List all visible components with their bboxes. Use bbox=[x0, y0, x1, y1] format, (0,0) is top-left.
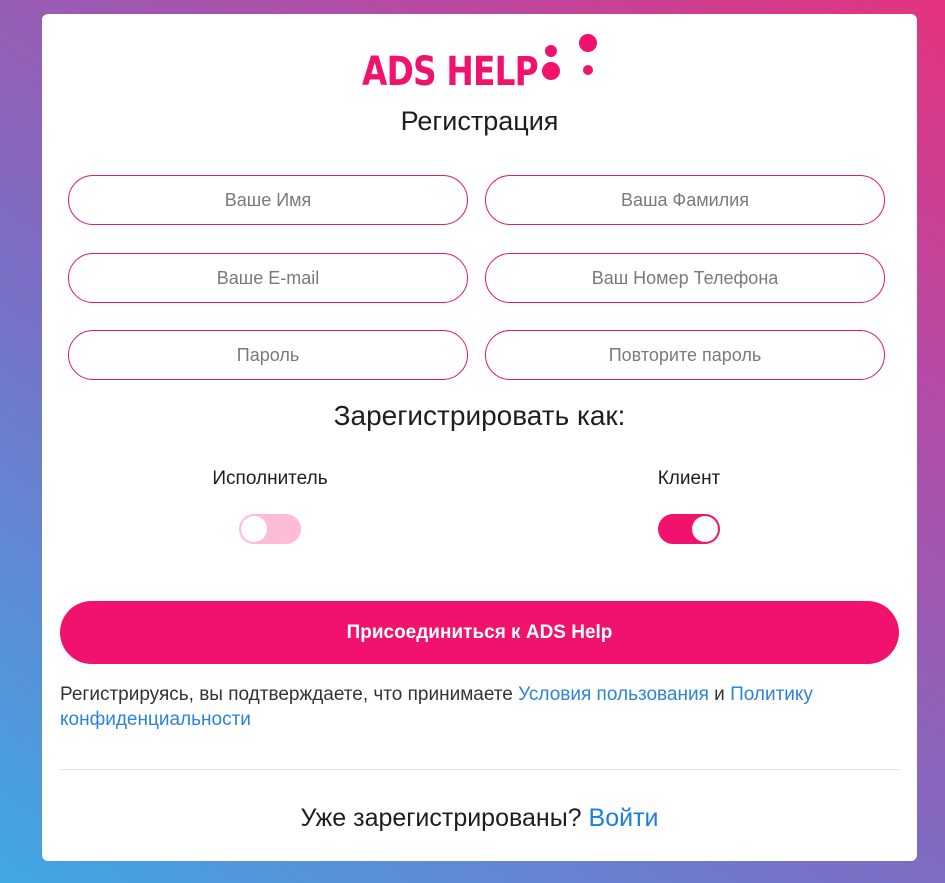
terms-text: Регистрируясь, вы подтверждаете, что при… bbox=[60, 682, 880, 732]
register-as-heading: Зарегистрировать как: bbox=[333, 400, 626, 431]
password-field[interactable] bbox=[68, 330, 468, 380]
toggle-knob bbox=[692, 516, 718, 542]
join-button[interactable]: Присоединиться к ADS Help bbox=[60, 601, 899, 664]
client-toggle[interactable] bbox=[658, 514, 720, 544]
login-question: Уже зарегистрированы? bbox=[300, 804, 589, 832]
page-title: Регистрация bbox=[400, 106, 559, 136]
email-field[interactable] bbox=[68, 253, 468, 303]
last-name-field[interactable] bbox=[485, 175, 885, 225]
first-name-field[interactable] bbox=[68, 175, 468, 225]
logo-text: ADS HELP bbox=[362, 49, 539, 95]
divider bbox=[60, 769, 899, 770]
terms-of-use-link[interactable]: Условия пользования bbox=[518, 684, 709, 705]
login-link[interactable]: Войти bbox=[589, 804, 659, 832]
terms-prefix: Регистрируясь, вы подтверждаете, что при… bbox=[60, 684, 519, 705]
executor-label: Исполнитель bbox=[212, 468, 328, 489]
phone-field[interactable] bbox=[485, 253, 885, 303]
terms-and: и bbox=[708, 684, 731, 705]
toggle-knob bbox=[241, 516, 267, 542]
logo: ADS HELP bbox=[362, 32, 602, 102]
password-repeat-field[interactable] bbox=[485, 330, 885, 380]
client-label: Клиент bbox=[657, 468, 721, 489]
login-prompt: Уже зарегистрированы? Войти bbox=[42, 804, 917, 833]
logo-dots-icon bbox=[542, 34, 597, 80]
registration-card: ADS HELP Регистрация Зарегистрировать ка… bbox=[42, 14, 917, 861]
executor-toggle[interactable] bbox=[239, 514, 301, 544]
